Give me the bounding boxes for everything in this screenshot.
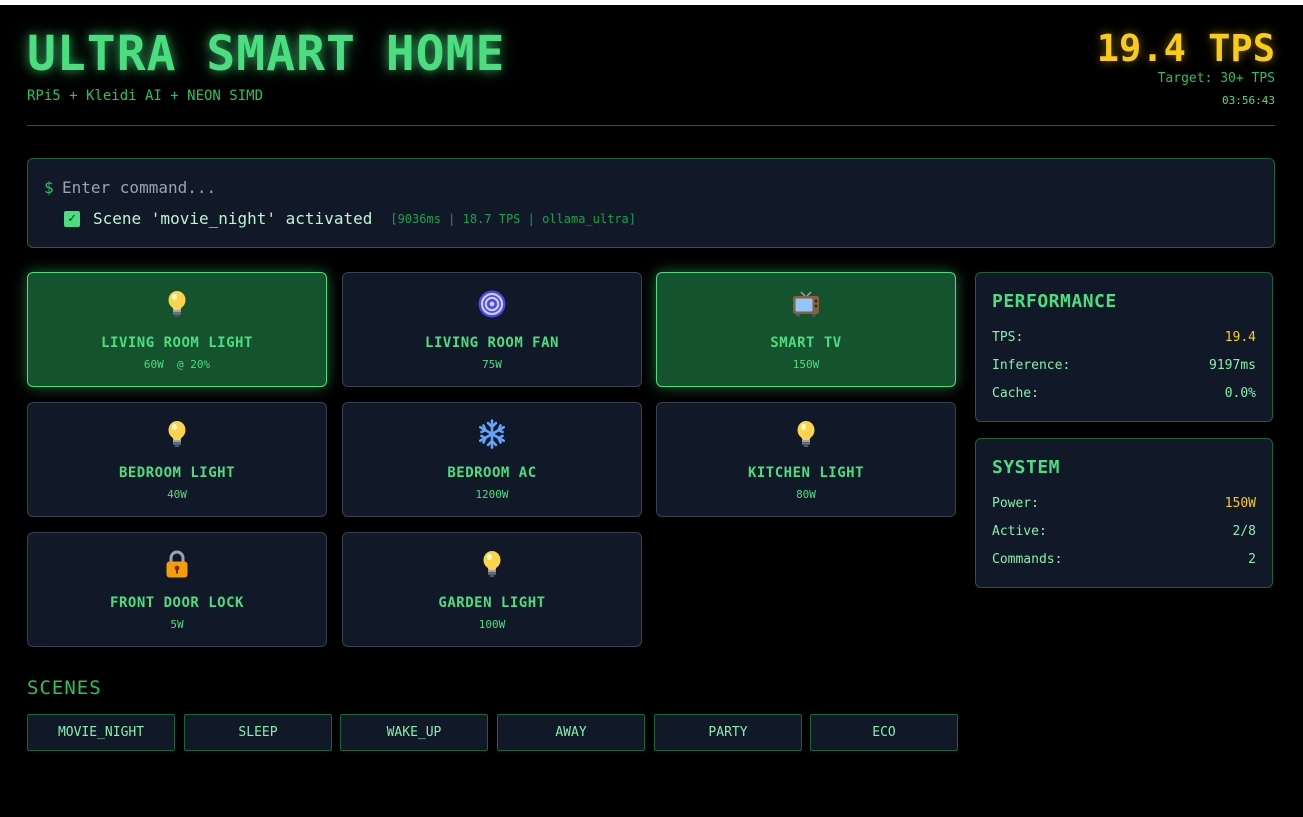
device-name: BEDROOM LIGHT bbox=[118, 465, 236, 481]
scenes-title: SCENES bbox=[27, 677, 102, 699]
command-input[interactable] bbox=[62, 175, 862, 199]
system-panel: SYSTEM Power: 150W Active: 2/8 Commands:… bbox=[975, 438, 1273, 588]
device-power: 150W bbox=[792, 358, 820, 371]
lightbulb-icon bbox=[343, 549, 641, 583]
device-power: 75W bbox=[482, 358, 502, 371]
active-stat: Active: 2/8 bbox=[992, 524, 1256, 544]
device-card-living-room-fan[interactable]: LIVING ROOM FAN 75W bbox=[342, 272, 642, 387]
checkmark-icon: ✓ bbox=[64, 210, 80, 227]
stat-value: 9197ms bbox=[1209, 358, 1256, 373]
fan-icon bbox=[343, 289, 641, 323]
scene-button-eco[interactable]: ECO bbox=[810, 714, 958, 751]
performance-title: PERFORMANCE bbox=[992, 291, 1117, 312]
system-title: SYSTEM bbox=[992, 457, 1061, 478]
device-power: 100W bbox=[478, 618, 506, 631]
device-name: BEDROOM AC bbox=[447, 465, 537, 481]
device-power: 40W bbox=[167, 488, 187, 501]
device-power: 5W bbox=[170, 618, 184, 631]
inference-stat: Inference: 9197ms bbox=[992, 358, 1256, 378]
device-card-living-room-light[interactable]: LIVING ROOM LIGHT 60W @ 20% bbox=[27, 272, 327, 387]
device-name: FRONT DOOR LOCK bbox=[110, 595, 244, 611]
stat-label: Power: bbox=[992, 496, 1039, 511]
device-card-garden-light[interactable]: GARDEN LIGHT 100W bbox=[342, 532, 642, 647]
device-power: 1200W bbox=[475, 488, 509, 501]
prompt-symbol: $ bbox=[44, 178, 54, 197]
device-card-kitchen-light[interactable]: KITCHEN LIGHT 80W bbox=[656, 402, 956, 517]
device-name: KITCHEN LIGHT bbox=[747, 465, 865, 481]
stat-value: 2 bbox=[1248, 552, 1256, 567]
stat-label: Cache: bbox=[992, 386, 1039, 401]
scene-button-wake-up[interactable]: WAKE_UP bbox=[340, 714, 488, 751]
device-name: SMART TV bbox=[770, 335, 842, 351]
stat-value: 2/8 bbox=[1232, 524, 1256, 539]
device-power: 80W bbox=[796, 488, 816, 501]
power-stat: Power: 150W bbox=[992, 496, 1256, 516]
stat-value: 19.4 bbox=[1224, 330, 1256, 345]
device-name: GARDEN LIGHT bbox=[438, 595, 546, 611]
result-meta: [9036ms | 18.7 TPS | ollama_ultra] bbox=[390, 211, 636, 226]
device-card-bedroom-light[interactable]: BEDROOM LIGHT 40W bbox=[27, 402, 327, 517]
clock: 03:56:43 bbox=[1222, 94, 1275, 107]
tps-target: Target: 30+ TPS bbox=[1157, 71, 1275, 86]
scene-button-away[interactable]: AWAY bbox=[497, 714, 645, 751]
scene-button-party[interactable]: PARTY bbox=[654, 714, 802, 751]
page-title: ULTRA SMART HOME bbox=[27, 26, 506, 82]
lightbulb-icon bbox=[657, 419, 955, 453]
stat-value: 150W bbox=[1224, 496, 1256, 511]
lightbulb-icon bbox=[28, 419, 326, 453]
stat-label: TPS: bbox=[992, 330, 1024, 345]
device-card-front-door-lock[interactable]: FRONT DOOR LOCK 5W bbox=[27, 532, 327, 647]
tps-readout: 19.4 TPS bbox=[1096, 27, 1275, 70]
stat-value: 0.0% bbox=[1224, 386, 1256, 401]
stat-label: Active: bbox=[992, 524, 1047, 539]
lightbulb-icon bbox=[28, 289, 326, 323]
page-subtitle: RPi5 + Kleidi AI + NEON SIMD bbox=[27, 88, 264, 104]
device-name: LIVING ROOM FAN bbox=[425, 335, 559, 351]
device-card-smart-tv[interactable]: SMART TV 150W bbox=[656, 272, 956, 387]
device-card-bedroom-ac[interactable]: BEDROOM AC 1200W bbox=[342, 402, 642, 517]
device-power: 60W @ 20% bbox=[143, 358, 211, 371]
command-panel: $ ✓ Scene 'movie_night' activated [9036m… bbox=[27, 158, 1275, 248]
scene-button-sleep[interactable]: SLEEP bbox=[184, 714, 332, 751]
lock-icon bbox=[28, 549, 326, 583]
performance-panel: PERFORMANCE TPS: 19.4 Inference: 9197ms … bbox=[975, 272, 1273, 422]
commands-stat: Commands: 2 bbox=[992, 552, 1256, 572]
scene-button-movie-night[interactable]: MOVIE_NIGHT bbox=[27, 714, 175, 751]
snowflake-icon bbox=[343, 419, 641, 453]
result-message: Scene 'movie_night' activated bbox=[93, 209, 373, 228]
top-edge-bar bbox=[0, 0, 1303, 5]
command-result: ✓ Scene 'movie_night' activated [9036ms … bbox=[64, 209, 636, 228]
cache-stat: Cache: 0.0% bbox=[992, 386, 1256, 406]
stat-label: Inference: bbox=[992, 358, 1071, 373]
tps-stat: TPS: 19.4 bbox=[992, 330, 1256, 350]
device-name: LIVING ROOM LIGHT bbox=[101, 335, 253, 351]
tv-icon bbox=[657, 289, 955, 323]
stat-label: Commands: bbox=[992, 552, 1063, 567]
header: ULTRA SMART HOME RPi5 + Kleidi AI + NEON… bbox=[27, 27, 1275, 126]
